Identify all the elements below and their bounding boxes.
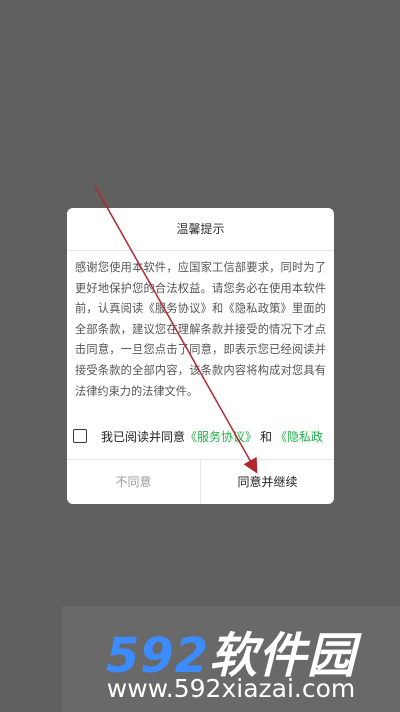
privacy-policy-link[interactable]: 《隐私政 — [275, 428, 323, 445]
watermark-url: www.592xiazai.com — [106, 674, 356, 703]
and-text: 和 — [260, 429, 273, 444]
agree-checkbox[interactable] — [73, 429, 87, 443]
agree-row: 我已阅读并同意 《服务协议》 和 《隐私政 — [73, 425, 334, 447]
dialog-button-row: 不同意 同意并继续 — [67, 459, 334, 504]
service-agreement-link[interactable]: 《服务协议》 — [185, 428, 257, 445]
privacy-dialog: 温馨提示 感谢您使用本软件，应国家工信部要求，同时为了更好地保护您的合法权益。请… — [67, 208, 334, 504]
site-watermark: 592软件园 www.592xiazai.com — [62, 606, 400, 712]
disagree-button[interactable]: 不同意 — [67, 460, 201, 504]
agree-continue-button[interactable]: 同意并继续 — [201, 460, 334, 504]
dialog-title: 温馨提示 — [67, 208, 334, 251]
agree-label: 我已阅读并同意 — [101, 429, 186, 444]
dialog-body-text: 感谢您使用本软件，应国家工信部要求，同时为了更好地保护您的合法权益。请您务必在使… — [75, 261, 326, 398]
